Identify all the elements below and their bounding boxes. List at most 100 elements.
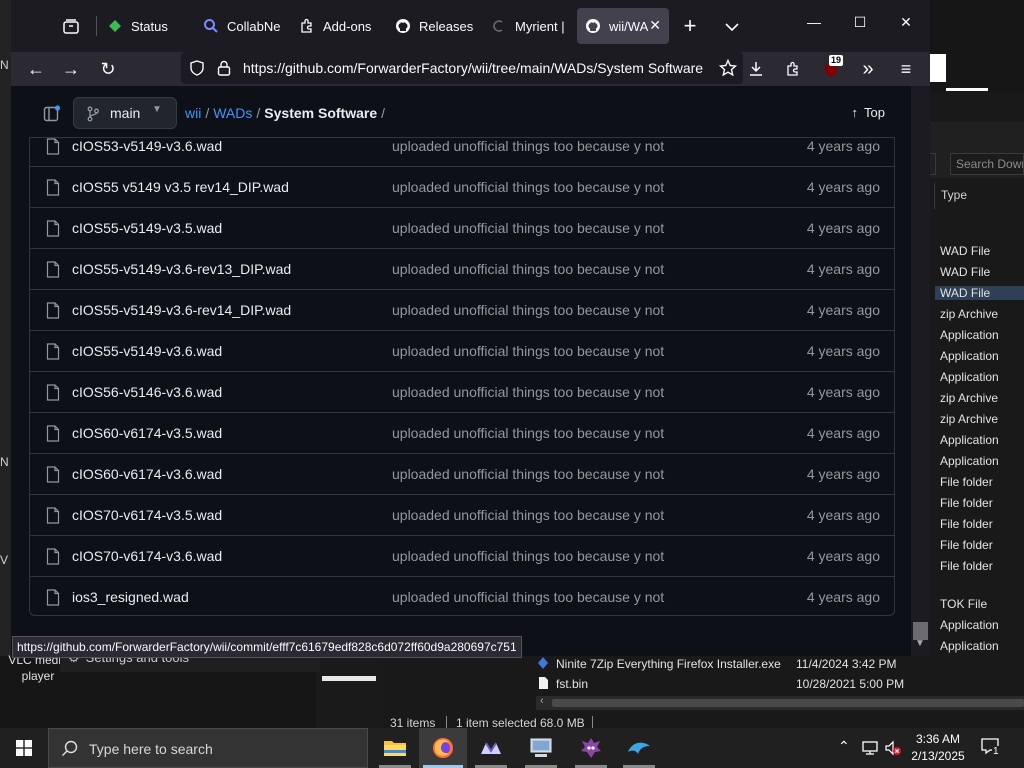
type-cell[interactable]: File folder bbox=[940, 538, 993, 552]
commit-message-link[interactable]: uploaded unofficial things too because y… bbox=[392, 343, 664, 359]
overflow-chevron-icon[interactable]: » bbox=[853, 54, 883, 84]
volume-muted-icon[interactable] bbox=[884, 740, 902, 756]
taskbar-clock[interactable]: 3:36 AM 2/13/2025 bbox=[902, 731, 974, 765]
app-taskbar-button[interactable] bbox=[467, 728, 515, 768]
scroll-left-icon[interactable]: ‹ bbox=[540, 695, 544, 707]
file-row[interactable]: cIOS60-v6174-v3.6.wad uploaded unofficial… bbox=[30, 453, 894, 494]
type-column-header[interactable]: Type bbox=[934, 183, 1024, 209]
tab-wii-wads[interactable]: wii/WA ✕ bbox=[577, 8, 669, 44]
explorer-horizontal-scrollbar[interactable]: ‹ bbox=[536, 695, 1024, 710]
file-row[interactable]: cIOS55-v5149-v3.6-rev14_DIP.wad uploaded … bbox=[30, 289, 894, 330]
forward-icon[interactable]: → bbox=[56, 54, 86, 84]
url-bar[interactable]: https://github.com/ForwarderFactory/wii/… bbox=[181, 52, 743, 84]
app-taskbar-button[interactable] bbox=[567, 728, 615, 768]
type-cell[interactable]: File folder bbox=[940, 517, 993, 531]
file-row[interactable]: ios3_resigned.wad uploaded unofficial thi… bbox=[30, 576, 894, 615]
menu-hamburger-icon[interactable]: ≡ bbox=[891, 54, 921, 84]
commit-message-link[interactable]: uploaded unofficial things too because y… bbox=[392, 425, 664, 441]
file-name-link[interactable]: cIOS55-v5149-v3.6-rev13_DIP.wad bbox=[72, 261, 291, 277]
file-name-link[interactable]: cIOS55-v5149-v3.5.wad bbox=[72, 220, 222, 236]
bookmark-star-icon[interactable] bbox=[719, 59, 737, 77]
commit-message-link[interactable]: uploaded unofficial things too because y… bbox=[392, 466, 664, 482]
minimize-button[interactable]: — bbox=[791, 14, 837, 30]
file-name-link[interactable]: ios3_resigned.wad bbox=[72, 589, 189, 605]
file-name-link[interactable]: cIOS55-v5149-v3.6.wad bbox=[72, 343, 222, 359]
type-cell[interactable]: WAD File bbox=[940, 244, 990, 258]
file-row[interactable]: fst.bin 10/28/2021 5:00 PM bbox=[536, 674, 1024, 694]
type-cell[interactable]: File folder bbox=[940, 496, 993, 510]
app-taskbar-button[interactable] bbox=[517, 728, 565, 768]
close-window-button[interactable]: ✕ bbox=[883, 14, 929, 31]
file-name-link[interactable]: cIOS60-v6174-v3.6.wad bbox=[72, 466, 222, 482]
file-name-link[interactable]: cIOS55 v5149 v3.5 rev14_DIP.wad bbox=[72, 179, 289, 195]
tracking-shield-icon[interactable] bbox=[189, 60, 205, 76]
file-name-link[interactable]: cIOS55-v5149-v3.6-rev14_DIP.wad bbox=[72, 302, 291, 318]
type-cell[interactable]: Application bbox=[940, 370, 999, 384]
type-cell[interactable]: Application bbox=[940, 328, 999, 342]
page-vertical-scrollbar[interactable]: ▼ bbox=[911, 86, 930, 656]
lock-icon[interactable] bbox=[217, 60, 231, 76]
type-cell[interactable]: Application bbox=[940, 639, 999, 653]
type-cell[interactable]: WAD File bbox=[940, 265, 990, 279]
file-name-link[interactable]: cIOS56-v5146-v3.6.wad bbox=[72, 384, 222, 400]
file-row[interactable]: cIOS70-v6174-v3.6.wad uploaded unofficial… bbox=[30, 535, 894, 576]
close-tab-icon[interactable]: ✕ bbox=[649, 17, 661, 34]
tab-collabnet[interactable]: CollabNe bbox=[195, 8, 287, 44]
file-row[interactable]: cIOS60-v6174-v3.5.wad uploaded unofficial… bbox=[30, 412, 894, 453]
file-explorer-taskbar-button[interactable] bbox=[371, 728, 419, 768]
file-name-link[interactable]: cIOS53-v5149-v3.6.wad bbox=[72, 138, 222, 154]
taskbar-search-box[interactable]: Type here to search bbox=[48, 728, 368, 768]
file-row[interactable]: Ninite 7Zip Everything Firefox Installer… bbox=[536, 654, 1024, 674]
notification-center-button[interactable]: 1 bbox=[980, 737, 1006, 759]
commit-message-link[interactable]: uploaded unofficial things too because y… bbox=[392, 179, 664, 195]
file-row[interactable]: cIOS53-v5149-v3.6.wad uploaded unofficial… bbox=[30, 138, 894, 166]
type-cell[interactable]: zip Archive bbox=[940, 391, 998, 405]
tab-status[interactable]: Status bbox=[99, 8, 191, 44]
file-row[interactable]: cIOS55 v5149 v3.5 rev14_DIP.wad uploaded … bbox=[30, 166, 894, 207]
type-cell[interactable]: Application bbox=[940, 618, 999, 632]
type-cell[interactable]: zip Archive bbox=[940, 307, 998, 321]
reload-icon[interactable]: ↻ bbox=[93, 54, 123, 84]
tab-list-icon[interactable] bbox=[717, 11, 747, 41]
file-name-link[interactable]: cIOS70-v6174-v3.5.wad bbox=[72, 507, 222, 523]
commit-message-link[interactable]: uploaded unofficial things too because y… bbox=[392, 507, 664, 523]
explorer-search-input[interactable]: Search Down bbox=[950, 153, 1024, 175]
back-to-top-button[interactable]: ↑ Top bbox=[852, 105, 885, 120]
breadcrumb-repo-link[interactable]: wii bbox=[185, 105, 201, 121]
type-cell[interactable]: File folder bbox=[940, 475, 993, 489]
file-row[interactable]: cIOS56-v5146-v3.6.wad uploaded unofficial… bbox=[30, 371, 894, 412]
downloads-icon[interactable] bbox=[741, 54, 771, 84]
file-row[interactable]: cIOS55-v5149-v3.5.wad uploaded unofficial… bbox=[30, 207, 894, 248]
sidebar-toggle-icon[interactable] bbox=[43, 105, 61, 123]
commit-message-link[interactable]: uploaded unofficial things too because y… bbox=[392, 589, 664, 605]
back-icon[interactable]: ← bbox=[21, 54, 51, 84]
maximize-button[interactable]: ☐ bbox=[837, 14, 883, 31]
firefox-view-icon[interactable] bbox=[56, 12, 86, 42]
scroll-down-icon[interactable]: ▼ bbox=[915, 638, 925, 649]
type-cell[interactable]: Application bbox=[940, 433, 999, 447]
start-button[interactable] bbox=[0, 728, 48, 768]
chevron-up-icon[interactable]: ⌃ bbox=[838, 738, 850, 755]
file-row[interactable]: cIOS55-v5149-v3.6-rev13_DIP.wad uploaded … bbox=[30, 248, 894, 289]
commit-message-link[interactable]: uploaded unofficial things too because y… bbox=[392, 220, 664, 236]
network-icon[interactable] bbox=[862, 740, 880, 756]
file-row[interactable]: cIOS70-v6174-v3.5.wad uploaded unofficial… bbox=[30, 494, 894, 535]
type-cell[interactable]: File folder bbox=[940, 559, 993, 573]
tab-releases[interactable]: Releases bbox=[387, 8, 479, 44]
file-row[interactable]: cIOS55-v5149-v3.6.wad uploaded unofficial… bbox=[30, 330, 894, 371]
type-cell[interactable]: Application bbox=[940, 454, 999, 468]
extensions-icon[interactable] bbox=[778, 54, 808, 84]
commit-message-link[interactable]: uploaded unofficial things too because y… bbox=[392, 302, 664, 318]
tab-myrient[interactable]: Myrient | bbox=[483, 8, 575, 44]
new-tab-icon[interactable]: + bbox=[675, 11, 705, 41]
type-cell[interactable]: WAD File bbox=[935, 286, 1024, 300]
commit-message-link[interactable]: uploaded unofficial things too because y… bbox=[392, 384, 664, 400]
firefox-taskbar-button[interactable] bbox=[419, 728, 467, 768]
app-taskbar-button[interactable] bbox=[615, 728, 663, 768]
type-cell[interactable]: Application bbox=[940, 349, 999, 363]
file-name-link[interactable]: cIOS70-v6174-v3.6.wad bbox=[72, 548, 222, 564]
breadcrumb-folder-link[interactable]: WADs bbox=[213, 105, 252, 121]
commit-message-link[interactable]: uploaded unofficial things too because y… bbox=[392, 548, 664, 564]
tab-addons[interactable]: Add-ons bbox=[291, 8, 383, 44]
type-cell[interactable]: zip Archive bbox=[940, 412, 998, 426]
